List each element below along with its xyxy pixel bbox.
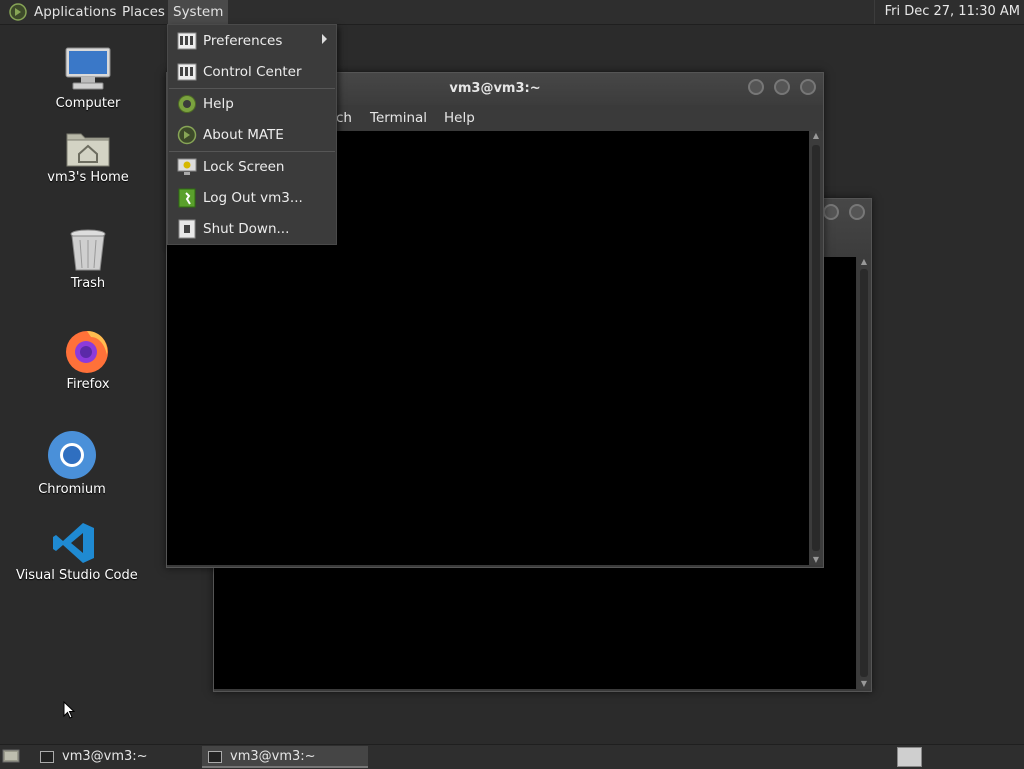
chromium-icon <box>48 431 96 479</box>
desktop-icon-firefox[interactable]: Firefox <box>58 325 118 392</box>
desktop-icon-label: Computer <box>55 96 121 111</box>
menu-item-control-center[interactable]: Control Center <box>168 57 336 87</box>
system-dropdown-menu: Preferences Control Center Help About MA… <box>167 24 337 245</box>
menu-item-log-out[interactable]: Log Out vm3... <box>168 183 336 213</box>
menu-item-label: Lock Screen <box>203 159 285 175</box>
trash-icon <box>70 229 106 271</box>
logout-icon <box>178 188 196 208</box>
shutdown-icon <box>178 219 196 239</box>
scroll-down-arrow-icon[interactable]: ▼ <box>809 555 823 565</box>
maximize-button[interactable] <box>849 204 865 220</box>
scroll-up-arrow-icon[interactable]: ▲ <box>857 257 871 267</box>
menu-item-shut-down[interactable]: Shut Down... <box>168 214 336 244</box>
close-button[interactable] <box>800 79 816 95</box>
mate-logo-icon[interactable] <box>9 3 27 21</box>
desktop-icon-label: vm3's Home <box>47 170 129 185</box>
menu-item-label: Control Center <box>203 64 302 80</box>
menu-item-label: Preferences <box>203 33 283 49</box>
scrollbar[interactable]: ▲ ▼ <box>809 131 823 565</box>
mate-logo-icon <box>177 125 197 145</box>
show-desktop-icon[interactable] <box>2 748 20 764</box>
search-menu[interactable]: ch <box>336 110 352 126</box>
minimize-button[interactable] <box>823 204 839 220</box>
minimize-button[interactable] <box>748 79 764 95</box>
bottom-panel: vm3@vm3:~ vm3@vm3:~ <box>0 744 1024 769</box>
menu-item-label: Log Out vm3... <box>203 190 303 206</box>
menu-item-label: About MATE <box>203 127 284 143</box>
desktop-icon-label: Trash <box>70 276 106 291</box>
desktop-icon-trash[interactable]: Trash <box>58 228 118 291</box>
scroll-down-arrow-icon[interactable]: ▼ <box>857 679 871 689</box>
top-panel: Applications Places System Fri Dec 27, 1… <box>0 0 1024 25</box>
firefox-icon <box>66 331 108 373</box>
menu-item-label: Shut Down... <box>203 221 290 237</box>
menu-item-lock-screen[interactable]: Lock Screen <box>168 152 336 182</box>
system-menu[interactable]: System <box>168 0 229 24</box>
desktop-icon-label: Firefox <box>66 377 110 392</box>
menu-item-about-mate[interactable]: About MATE <box>168 120 336 150</box>
mouse-cursor-icon <box>63 701 75 719</box>
menu-item-preferences[interactable]: Preferences <box>168 26 336 56</box>
preferences-icon <box>177 32 197 50</box>
scroll-up-arrow-icon[interactable]: ▲ <box>809 131 823 141</box>
menu-item-help[interactable]: Help <box>168 89 336 119</box>
home-folder-icon <box>66 133 110 167</box>
clock[interactable]: Fri Dec 27, 11:30 AM <box>873 0 1020 24</box>
desktop-icon-home[interactable]: vm3's Home <box>40 128 136 185</box>
scrollbar[interactable]: ▲ ▼ <box>857 257 871 689</box>
computer-icon <box>65 47 111 90</box>
scrollbar-thumb[interactable] <box>812 145 820 551</box>
desktop-icon-chromium[interactable]: Chromium <box>34 430 110 497</box>
desktop-icon-vscode[interactable]: Visual Studio Code <box>16 520 138 583</box>
workspace-switcher[interactable] <box>897 747 922 767</box>
applications-menu[interactable]: Applications <box>29 0 121 24</box>
submenu-arrow-icon <box>322 34 327 44</box>
desktop-icon-label: Visual Studio Code <box>16 568 138 583</box>
terminal-menu[interactable]: Terminal <box>370 110 427 126</box>
scrollbar-thumb[interactable] <box>860 269 868 677</box>
taskbar-item-terminal-1[interactable]: vm3@vm3:~ <box>34 746 200 768</box>
lock-screen-icon <box>177 158 197 175</box>
menu-item-label: Help <box>203 96 234 112</box>
desktop-icon-computer[interactable]: Computer <box>48 44 128 111</box>
terminal-icon <box>40 751 54 763</box>
places-menu[interactable]: Places <box>117 0 170 24</box>
control-center-icon <box>177 63 197 81</box>
taskbar-item-label: vm3@vm3:~ <box>62 749 148 764</box>
desktop-icon-label: Chromium <box>38 482 106 497</box>
vscode-icon <box>53 523 94 563</box>
maximize-button[interactable] <box>774 79 790 95</box>
taskbar-item-label: vm3@vm3:~ <box>230 749 316 764</box>
taskbar-item-terminal-2[interactable]: vm3@vm3:~ <box>202 746 368 768</box>
help-icon <box>178 95 196 113</box>
help-menu[interactable]: Help <box>444 110 475 126</box>
terminal-icon <box>208 751 222 763</box>
